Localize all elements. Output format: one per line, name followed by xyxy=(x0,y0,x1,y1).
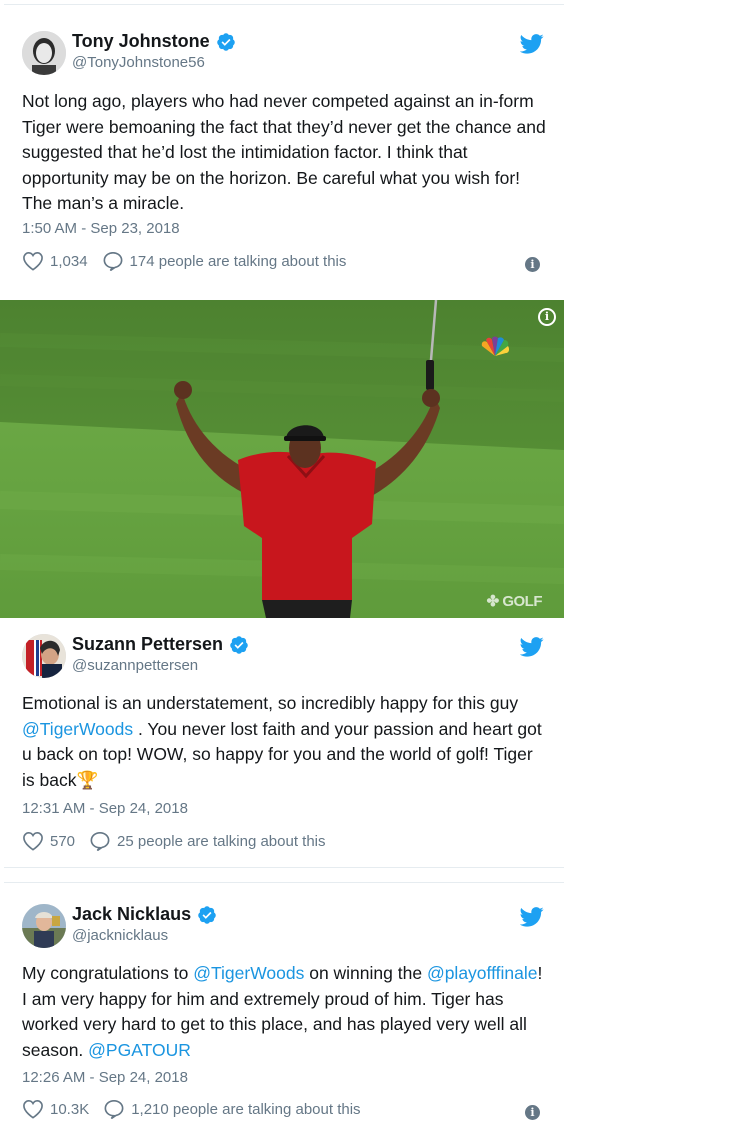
tweet-actions: 10.3K 1,210 people are talking about thi… xyxy=(22,1099,361,1119)
tweet-media-image[interactable]: i ✤ GOLF xyxy=(0,300,564,618)
mention-pgatour[interactable]: @PGATOUR xyxy=(88,1040,191,1060)
twitter-bird-icon[interactable] xyxy=(520,907,544,927)
info-icon[interactable]: i xyxy=(525,257,540,272)
reply-bubble-icon[interactable] xyxy=(89,831,111,851)
author-handle[interactable]: @jacknicklaus xyxy=(72,927,168,944)
golf-channel-watermark: ✤ GOLF xyxy=(486,592,543,610)
mention-tigerwoods[interactable]: @TigerWoods xyxy=(193,963,304,983)
author-name[interactable]: Suzann Pettersen xyxy=(72,634,223,655)
avatar-portrait-icon xyxy=(22,904,66,948)
author-row: Jack Nicklaus xyxy=(72,904,217,925)
reply-bubble-icon[interactable] xyxy=(102,251,124,271)
tweet-timestamp[interactable]: 12:31 AM - Sep 24, 2018 xyxy=(22,800,188,817)
tweet-text: My congratulations to @TigerWoods on win… xyxy=(22,961,548,1063)
talking-about-link[interactable]: 25 people are talking about this xyxy=(117,833,325,850)
info-icon[interactable]: i xyxy=(525,1105,540,1120)
author-handle[interactable]: @suzannpettersen xyxy=(72,657,198,674)
verified-badge-icon xyxy=(229,635,249,655)
heart-icon[interactable] xyxy=(22,251,44,271)
author-name[interactable]: Tony Johnstone xyxy=(72,31,210,52)
divider xyxy=(4,4,564,5)
mention-tigerwoods[interactable]: @TigerWoods xyxy=(22,719,133,739)
talking-about-link[interactable]: 1,210 people are talking about this xyxy=(131,1101,360,1118)
author-handle[interactable]: @TonyJohnstone56 xyxy=(72,54,205,71)
divider xyxy=(4,867,564,868)
trophy-emoji-icon: 🏆 xyxy=(76,769,99,790)
tweet-card-suzann-pettersen[interactable]: Suzann Pettersen @suzannpettersen Emotio… xyxy=(4,618,564,868)
reply-bubble-icon[interactable] xyxy=(103,1099,125,1119)
tweet-text: Emotional is an understatement, so incre… xyxy=(22,691,548,793)
like-count: 570 xyxy=(50,832,76,850)
avatar[interactable] xyxy=(22,31,66,75)
tweet-actions: 570 25 people are talking about this xyxy=(22,831,326,851)
watermark-text: GOLF xyxy=(502,593,542,610)
media-info-icon[interactable]: i xyxy=(538,308,556,326)
nbc-peacock-logo-icon xyxy=(481,336,510,356)
avatar[interactable] xyxy=(22,634,66,678)
mention-playofffinale[interactable]: @playofffinale xyxy=(427,963,538,983)
tweet-card-jack-nicklaus[interactable]: Jack Nicklaus @jacknicklaus My congratul… xyxy=(4,882,564,1140)
like-count: 10.3K xyxy=(50,1100,90,1118)
verified-badge-icon xyxy=(216,32,236,52)
text-segment: Emotional is an understatement, so incre… xyxy=(22,693,519,713)
like-count: 1,034 xyxy=(50,252,88,270)
text-segment: My congratulations to xyxy=(22,963,194,983)
tweet-actions: 1,034 174 people are talking about this xyxy=(22,251,346,271)
tweet-timestamp[interactable]: 1:50 AM - Sep 23, 2018 xyxy=(22,220,180,237)
divider xyxy=(4,882,564,883)
author-row: Suzann Pettersen xyxy=(72,634,249,655)
avatar-portrait-icon xyxy=(22,634,66,678)
tweet-card-tony-johnstone[interactable]: Tony Johnstone @TonyJohnstone56 Not long… xyxy=(4,4,564,300)
avatar[interactable] xyxy=(22,904,66,948)
avatar-portrait-icon xyxy=(22,31,66,75)
heart-icon[interactable] xyxy=(22,1099,44,1119)
heart-icon[interactable] xyxy=(22,831,44,851)
twitter-bird-icon[interactable] xyxy=(520,34,544,54)
author-row: Tony Johnstone xyxy=(72,31,236,52)
author-name[interactable]: Jack Nicklaus xyxy=(72,904,191,925)
tweet-text: Not long ago, players who had never comp… xyxy=(22,91,546,213)
golf-peacock-mini-icon: ✤ xyxy=(486,593,503,610)
text-segment: on winning the xyxy=(304,963,427,983)
tweet-timestamp[interactable]: 12:26 AM - Sep 24, 2018 xyxy=(22,1069,188,1086)
twitter-bird-icon[interactable] xyxy=(520,637,544,657)
talking-about-link[interactable]: 174 people are talking about this xyxy=(130,253,347,270)
verified-badge-icon xyxy=(197,905,217,925)
